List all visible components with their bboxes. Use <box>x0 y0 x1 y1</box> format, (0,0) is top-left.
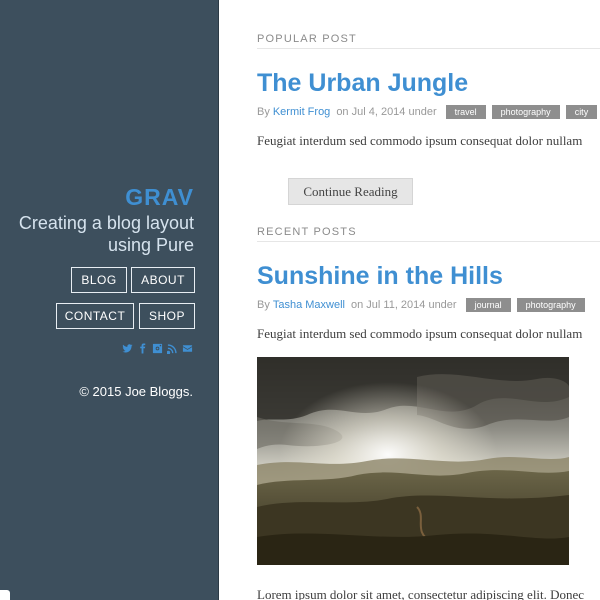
continue-reading-button[interactable]: Continue Reading <box>288 178 413 205</box>
brand-block: GRAV Creating a blog layout using Pure <box>4 184 194 256</box>
resize-corner-icon <box>0 590 10 600</box>
recent-post-title[interactable]: Sunshine in the Hills <box>257 262 503 291</box>
brand-title[interactable]: GRAV <box>4 184 194 210</box>
copyright: © 2015 Joe Bloggs. <box>79 384 193 399</box>
rss-icon[interactable] <box>167 343 178 354</box>
instagram-icon[interactable] <box>152 343 163 354</box>
meta-by: By <box>257 106 270 118</box>
facebook-icon[interactable] <box>137 343 148 354</box>
twitter-icon[interactable] <box>122 343 133 354</box>
recent-post-date: on Jul 11, 2014 under <box>350 299 457 311</box>
tag-photography[interactable]: photography <box>516 298 585 312</box>
popular-post-meta: By Kermit Frog on Jul 4, 2014 under trav… <box>257 105 598 119</box>
main-content: POPULAR POST The Urban Jungle By Kermit … <box>220 0 600 600</box>
recent-post-author[interactable]: Tasha Maxwell <box>273 299 345 311</box>
hills-landscape-image <box>257 357 569 565</box>
nav-shop-button[interactable]: SHOP <box>139 303 195 329</box>
recent-post-meta: By Tasha Maxwell on Jul 11, 2014 under j… <box>257 298 585 312</box>
nav-blog-button[interactable]: BLOG <box>71 267 127 293</box>
popular-post-date: on Jul 4, 2014 under <box>336 106 437 118</box>
recent-post-body: Lorem ipsum dolor sit amet, consectetur … <box>257 587 585 600</box>
popular-section-title: POPULAR POST <box>257 33 600 49</box>
tag-journal[interactable]: journal <box>465 298 511 312</box>
nav-contact-button[interactable]: CONTACT <box>56 303 134 329</box>
tag-travel[interactable]: travel <box>445 105 486 119</box>
popular-post-excerpt: Feugiat interdum sed commodo ipsum conse… <box>257 133 583 148</box>
tag-photography[interactable]: photography <box>491 105 560 119</box>
brand-tagline: Creating a blog layout using Pure <box>18 213 194 255</box>
nav-about-button[interactable]: ABOUT <box>131 267 195 293</box>
social-links <box>122 343 193 354</box>
sidebar: GRAV Creating a blog layout using Pure B… <box>0 0 219 600</box>
popular-post-title[interactable]: The Urban Jungle <box>257 69 468 98</box>
recent-section-title: RECENT POSTS <box>257 226 600 242</box>
popular-post-author[interactable]: Kermit Frog <box>273 106 330 118</box>
recent-post-excerpt: Feugiat interdum sed commodo ipsum conse… <box>257 326 583 341</box>
email-icon[interactable] <box>182 343 193 354</box>
meta-by: By <box>257 299 270 311</box>
tag-city[interactable]: city <box>565 105 598 119</box>
